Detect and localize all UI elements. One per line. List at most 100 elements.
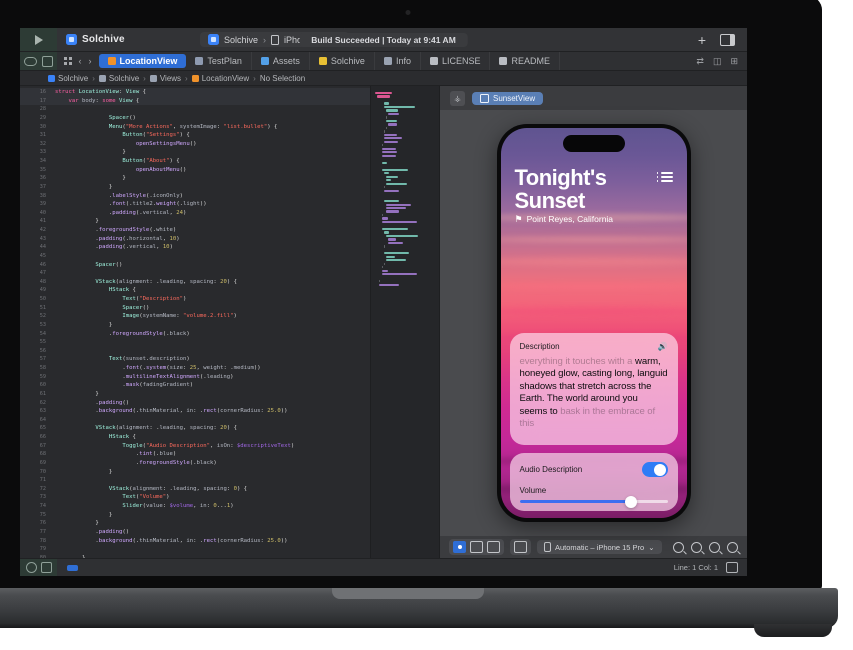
breadcrumb-item-locationview[interactable]: LocationView	[192, 74, 249, 83]
code-line[interactable]: 43 .padding(.horizontal, 10)	[20, 235, 370, 244]
tab-license[interactable]: LICENSE	[421, 52, 491, 70]
code-line[interactable]: 34 Button("About") {	[20, 157, 370, 166]
code-line[interactable]: 64	[20, 416, 370, 425]
breadcrumb-item-solchive[interactable]: Solchive	[99, 74, 139, 83]
code-line[interactable]: 75 }	[20, 511, 370, 520]
breadcrumb-item-solchive[interactable]: Solchive	[48, 74, 88, 83]
code-line[interactable]: 76 }	[20, 519, 370, 528]
code-line[interactable]: 62 .padding()	[20, 399, 370, 408]
code-line[interactable]: 73 Text("Volume")	[20, 493, 370, 502]
code-line[interactable]: 66 HStack {	[20, 433, 370, 442]
code-line[interactable]: 71	[20, 476, 370, 485]
live-preview-icon[interactable]	[453, 541, 466, 553]
code-line[interactable]: 30 Menu("More Actions", systemImage: "li…	[20, 123, 370, 132]
code-line[interactable]: 31 Button("Settings") {	[20, 131, 370, 140]
code-line[interactable]: 63 .background(.thinMaterial, in: .rect(…	[20, 407, 370, 416]
code-line[interactable]: 72 VStack(alignment: .leading, spacing: …	[20, 485, 370, 494]
zoom-actual-icon[interactable]	[727, 542, 738, 553]
code-line[interactable]: 58 .font(.system(size: 25, weight: .medi…	[20, 364, 370, 373]
code-line[interactable]: 36 }	[20, 174, 370, 183]
zoom-fit-icon[interactable]	[673, 542, 684, 553]
code-line[interactable]: 41 }	[20, 217, 370, 226]
audio-description-toggle[interactable]	[642, 462, 668, 477]
back-arrow-icon[interactable]	[24, 57, 37, 66]
code-line[interactable]: 70 }	[20, 468, 370, 477]
editor-split-icon[interactable]: ◫	[713, 56, 722, 67]
editor-swap-icon[interactable]: ⇄	[696, 56, 704, 67]
build-status[interactable]: Build Succeeded | Today at 9:41 AM	[299, 33, 468, 47]
volume-slider[interactable]	[520, 500, 668, 503]
code-minimap[interactable]	[370, 86, 439, 558]
code-line[interactable]: 39 .font(.title2.weight(.light))	[20, 200, 370, 209]
volume-slider-knob[interactable]	[625, 496, 637, 508]
device-settings-icon[interactable]	[514, 541, 527, 553]
speaker-icon[interactable]: 🔊	[658, 343, 668, 351]
code-line[interactable]: 77 .padding()	[20, 528, 370, 537]
tab-locationview[interactable]: LocationView	[99, 54, 187, 68]
code-line[interactable]: 48 VStack(alignment: .leading, spacing: …	[20, 278, 370, 287]
breadcrumb-item-no-selection[interactable]: No Selection	[260, 74, 305, 83]
code-line[interactable]: 32 openSettingsMenu()	[20, 140, 370, 149]
code-line[interactable]: 37 }	[20, 183, 370, 192]
code-pane[interactable]: 16struct LocationView: View {17 var body…	[20, 86, 370, 558]
device-settings-group[interactable]	[510, 539, 531, 555]
code-line[interactable]: 52 Image(systemName: "volume.2.fill")	[20, 312, 370, 321]
code-line[interactable]: 55	[20, 338, 370, 347]
code-line[interactable]: 28	[20, 105, 370, 114]
tab-solchive[interactable]: Solchive	[310, 52, 375, 70]
code-line[interactable]: 60 .mask(fadingGradient)	[20, 381, 370, 390]
variants-preview-icon[interactable]	[487, 541, 500, 553]
code-line[interactable]: 74 Slider(value: $volume, in: 0...1)	[20, 502, 370, 511]
zoom-in-icon[interactable]	[709, 542, 720, 553]
clock-icon[interactable]	[26, 562, 37, 573]
code-line[interactable]: 33 }	[20, 148, 370, 157]
filter-icon[interactable]	[41, 562, 52, 573]
nav-back-icon[interactable]: ‹	[79, 56, 82, 66]
code-line[interactable]: 69 .foregroundStyle(.black)	[20, 459, 370, 468]
tab-assets[interactable]: Assets	[252, 52, 310, 70]
code-line[interactable]: 50 Text("Description")	[20, 295, 370, 304]
code-line[interactable]: 68 .tint(.blue)	[20, 450, 370, 459]
minimap-toggle-icon[interactable]	[726, 562, 738, 573]
code-line[interactable]: 16struct LocationView: View {	[20, 88, 370, 97]
editor-add-icon[interactable]: ⊞	[730, 56, 738, 67]
navigator-toggle-icon[interactable]	[42, 56, 53, 67]
add-icon[interactable]: +	[698, 33, 706, 47]
code-line[interactable]: 54 .foregroundStyle(.black)	[20, 330, 370, 339]
code-line[interactable]: 79	[20, 545, 370, 554]
code-line[interactable]: 61 }	[20, 390, 370, 399]
tab-grid-icon[interactable]	[64, 57, 72, 65]
zoom-out-icon[interactable]	[691, 542, 702, 553]
list-bullet-icon[interactable]	[661, 172, 673, 182]
code-line[interactable]: 67 Toggle("Audio Description", isOn: $de…	[20, 442, 370, 451]
inspector-panel-icon[interactable]	[720, 34, 735, 46]
code-listing[interactable]: 16struct LocationView: View {17 var body…	[20, 88, 370, 558]
code-line[interactable]: 59 .multilineTextAlignment(.leading)	[20, 373, 370, 382]
tab-testplan[interactable]: TestPlan	[186, 52, 252, 70]
code-line[interactable]: 49 HStack {	[20, 286, 370, 295]
code-line[interactable]: 65 VStack(alignment: .leading, spacing: …	[20, 424, 370, 433]
selectable-preview-icon[interactable]	[470, 541, 483, 553]
code-line[interactable]: 44 .padding(.vertical, 10)	[20, 243, 370, 252]
code-line[interactable]: 38 .labelStyle(.iconOnly)	[20, 192, 370, 201]
code-line[interactable]: 53 }	[20, 321, 370, 330]
code-line[interactable]: 17 var body: some View {	[20, 97, 370, 106]
code-line[interactable]: 57 Text(sunset.description)	[20, 355, 370, 364]
device-selector[interactable]: Automatic – iPhone 15 Pro ⌄	[537, 540, 662, 554]
code-line[interactable]: 35 openAboutMenu()	[20, 166, 370, 175]
code-line[interactable]: 29 Spacer()	[20, 114, 370, 123]
code-line[interactable]: 78 .background(.thinMaterial, in: .rect(…	[20, 537, 370, 546]
pin-icon[interactable]: ⚶	[450, 91, 465, 106]
project-chip[interactable]: Solchive	[57, 34, 125, 45]
code-line[interactable]: 42 .foregroundStyle(.white)	[20, 226, 370, 235]
tab-info[interactable]: Info	[375, 52, 421, 70]
run-button[interactable]	[20, 28, 57, 51]
code-line[interactable]: 46 Spacer()	[20, 261, 370, 270]
nav-forward-icon[interactable]: ›	[89, 56, 92, 66]
breadcrumb-item-views[interactable]: Views	[150, 74, 181, 83]
preview-canvas[interactable]: Tonight's Sunset ⚑ Point Reyes, Californ…	[440, 110, 747, 536]
code-line[interactable]: 56	[20, 347, 370, 356]
code-line[interactable]: 47	[20, 269, 370, 278]
code-line[interactable]: 40 .padding(.vertical, 24)	[20, 209, 370, 218]
code-line[interactable]: 51 Spacer()	[20, 304, 370, 313]
